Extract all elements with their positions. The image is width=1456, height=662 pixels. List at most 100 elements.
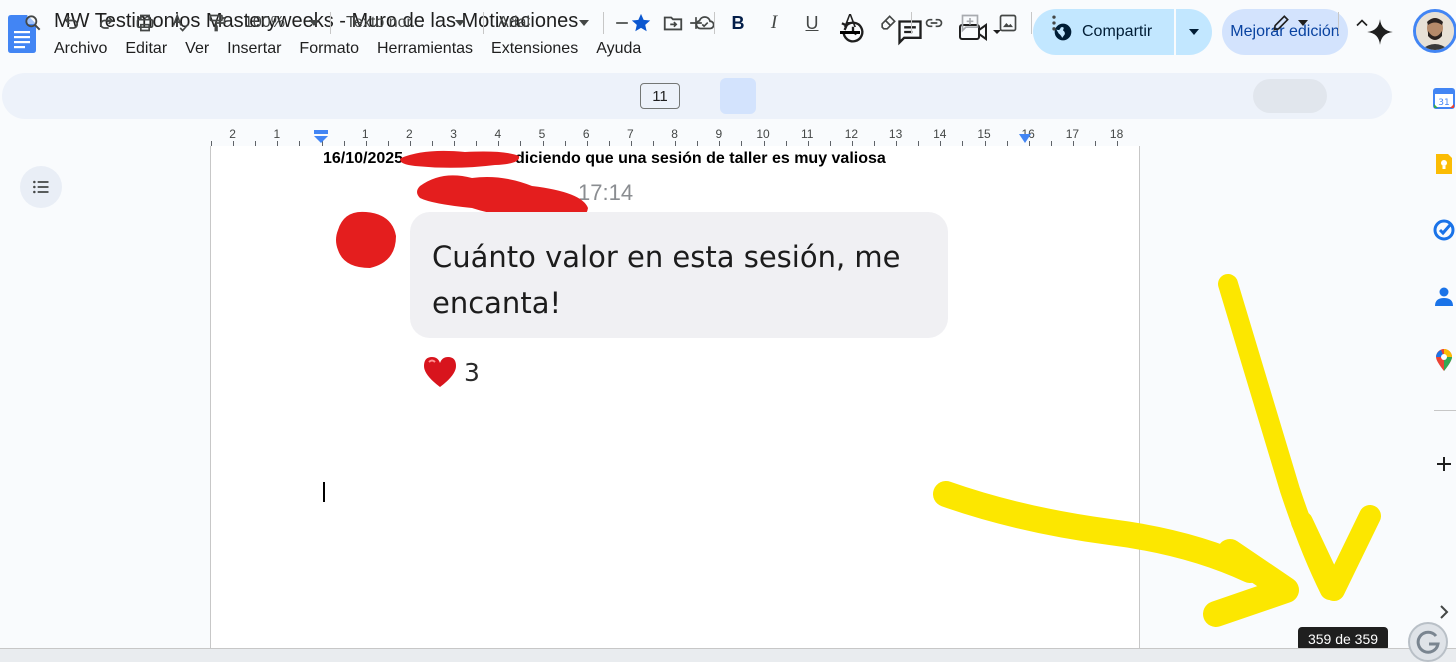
paragraph-style-value: Texto nor... (346, 14, 425, 31)
editing-mode-pill (1253, 79, 1327, 113)
text-cursor (323, 482, 325, 502)
calendar-icon[interactable]: 31 (1432, 86, 1456, 110)
tasks-icon[interactable] (1432, 218, 1456, 242)
text-color-letter: A (843, 11, 856, 31)
side-panel-divider (1434, 410, 1456, 411)
ruler-number: 1 (361, 127, 369, 141)
redacted-avatar-icon (336, 211, 396, 268)
minus-icon (616, 22, 628, 24)
ruler-number: 2 (406, 127, 413, 141)
ruler-number: 4 (494, 127, 502, 141)
right-indent-marker-icon[interactable] (1019, 134, 1031, 144)
toolbar-divider (1338, 12, 1339, 34)
print-button[interactable] (132, 0, 158, 46)
insert-link-button[interactable] (920, 0, 948, 46)
chevron-down-icon (455, 20, 465, 26)
ruler-number: 1 (273, 127, 281, 141)
add-comment-icon (961, 14, 979, 33)
contacts-icon[interactable] (1432, 284, 1456, 308)
ruler-number: 3 (450, 127, 457, 141)
chat-message-bubble: Cuánto valor en esta sesión, me encanta! (410, 212, 948, 338)
grammarly-button[interactable] (1408, 622, 1448, 662)
undo-button[interactable] (58, 0, 84, 46)
outline-list-icon (33, 180, 49, 194)
undo-icon (64, 16, 79, 29)
pencil-icon (1273, 15, 1289, 31)
link-icon (925, 18, 943, 28)
paragraph-style-select[interactable]: Texto nor... (342, 0, 470, 46)
ruler-number: 17 (1065, 127, 1080, 141)
add-comment-button[interactable] (956, 0, 984, 46)
reaction-count: 3 (464, 357, 480, 387)
font-size-input[interactable]: 11 (640, 83, 680, 109)
paint-format-button[interactable] (204, 0, 230, 46)
ruler-number: 18 (1109, 127, 1124, 141)
ruler-number: 2 (229, 127, 236, 141)
heart-icon (424, 357, 456, 387)
text-color-button[interactable]: A (836, 0, 864, 46)
toolbar-divider (911, 12, 912, 34)
grammarly-icon (1416, 630, 1440, 654)
highlight-color-button[interactable] (874, 0, 902, 46)
ruler-number: 9 (715, 127, 723, 141)
ruler-number: 10 (756, 127, 770, 141)
ruler-number: 8 (671, 127, 678, 141)
text-color-swatch (840, 31, 860, 34)
print-icon (136, 14, 154, 32)
more-vertical-icon (1052, 15, 1056, 31)
ruler-number: 13 (888, 127, 903, 141)
toolbar-divider (330, 12, 331, 34)
plus-icon[interactable] (1432, 452, 1456, 476)
heading-date: 16/10/2025 (323, 150, 404, 167)
keep-icon[interactable] (1432, 152, 1456, 176)
bold-button[interactable]: B (720, 0, 756, 46)
font-value: Arial (498, 14, 531, 31)
highlighter-icon (881, 15, 896, 30)
ruler-number: 12 (844, 127, 859, 141)
ruler-number: 7 (627, 127, 634, 141)
bold-active-highlight (720, 78, 756, 114)
increase-font-size-button[interactable] (684, 0, 708, 46)
chat-message-text: Cuánto valor en esta sesión, me encanta! (432, 240, 901, 320)
bottom-strip (0, 648, 1456, 662)
avatar[interactable] (1413, 9, 1456, 53)
ruler-number: 6 (582, 127, 590, 141)
message-reaction: 3 (422, 356, 480, 388)
insert-image-button[interactable] (994, 0, 1022, 46)
search-icon (25, 15, 41, 31)
chevron-right-icon[interactable] (1436, 602, 1452, 622)
search-menus-button[interactable] (20, 0, 46, 46)
toolbar-divider (603, 12, 604, 34)
plus-icon (690, 17, 702, 29)
underline-button[interactable]: U (798, 0, 826, 46)
chevron-down-icon (1189, 29, 1199, 35)
toolbar-divider (714, 12, 715, 34)
more-options-button[interactable] (1040, 0, 1068, 46)
annotation-arrow-icon (933, 274, 1381, 627)
formatting-toolbar (2, 73, 1392, 119)
chevron-down-icon (1298, 20, 1308, 26)
document-outline-button[interactable] (20, 166, 62, 208)
zoom-select[interactable]: 100% (240, 0, 324, 46)
hide-menus-button[interactable] (1348, 0, 1376, 46)
ruler-number: 11 (800, 127, 814, 141)
redo-button[interactable] (94, 0, 120, 46)
heading-text: diciendo que una sesión de taller es muy… (515, 150, 886, 167)
share-label: Compartir (1082, 23, 1153, 40)
decrease-font-size-button[interactable] (610, 0, 634, 46)
spellcheck-button[interactable] (168, 0, 194, 46)
horizontal-ruler[interactable]: 21123456789101112131415161718 (210, 124, 1140, 146)
share-options-button[interactable] (1176, 9, 1212, 55)
zoom-value: 100% (244, 14, 285, 31)
font-select[interactable]: Arial (494, 0, 594, 46)
chevron-down-icon (579, 20, 589, 26)
editing-mode-button[interactable] (1262, 0, 1318, 46)
redo-icon (99, 16, 114, 29)
maps-icon[interactable] (1432, 348, 1456, 372)
left-indent-marker-icon[interactable] (314, 130, 328, 144)
chevron-down-icon (309, 20, 319, 26)
italic-button[interactable]: I (760, 0, 788, 46)
avatar-photo-icon (1416, 12, 1454, 50)
spellcheck-icon (172, 13, 190, 32)
move-to-folder-icon[interactable] (662, 12, 684, 34)
